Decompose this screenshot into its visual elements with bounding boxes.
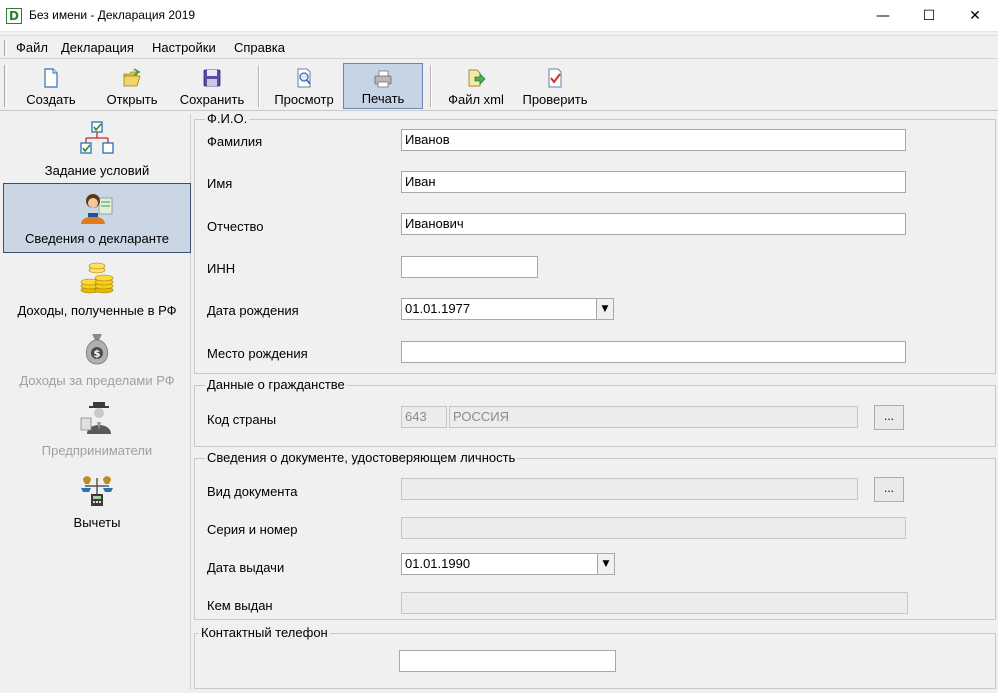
open-folder-icon [123,68,141,87]
floppy-disk-icon [203,69,221,87]
sidebar-item-label: Сведения о декларанте [25,231,169,246]
issued-by-field[interactable] [401,592,908,614]
menu-file[interactable]: Файл [16,40,48,55]
inn-field[interactable] [401,256,538,278]
check-button[interactable]: Проверить [516,63,594,109]
print-label: Печать [361,91,405,106]
country-name-field[interactable]: РОССИЯ [449,406,858,428]
save-button[interactable]: Сохранить [174,63,250,109]
name-field[interactable]: Иван [401,171,906,193]
sidebar-item-label: Вычеты [73,515,121,530]
menu-settings[interactable]: Настройки [152,40,216,55]
minimize-button[interactable]: — [860,0,906,32]
create-button[interactable]: Создать [14,63,88,109]
sidebar-item-deductions[interactable]: Вычеты [3,466,191,536]
app-icon: D [6,8,22,24]
new-document-icon [44,68,58,88]
menu-grip [4,40,7,56]
group-title: Ф.И.О. [205,111,250,127]
menu-bar: Файл Декларация Настройки Справка [0,35,998,59]
printer-icon [374,70,392,88]
fio-group: Ф.И.О. [194,111,996,374]
magnifier-document-icon [297,68,311,88]
sidebar-item-label: Доходы, полученные в РФ [17,303,177,318]
sidebar-item-income-abroad[interactable]: $ Доходы за пределами РФ [3,324,191,394]
series-number-field[interactable] [401,517,906,539]
sidebar-nav: Задание условий Сведения о декларанте До… [3,114,191,690]
create-label: Создать [26,92,76,107]
print-button[interactable]: Печать [343,63,423,109]
toolbar: Создать Открыть Сохранить Просмотр Печат… [0,61,998,111]
scales-calculator-icon [81,476,113,506]
file-xml-label: Файл xml [448,92,504,107]
series-number-label: Серия и номер [207,522,298,537]
sidebar-item-label: Задание условий [44,163,150,178]
issued-by-label: Кем выдан [207,598,273,613]
group-title: Сведения о документе, удостоверяющем лич… [205,450,518,466]
chevron-down-icon: ▼ [601,304,609,314]
money-bag-icon: $ [85,334,109,365]
sidebar-item-entrepreneurs[interactable]: Предприниматели [3,394,191,464]
birth-date-dropdown-button[interactable]: ▼ [596,298,614,320]
birth-place-label: Место рождения [207,346,308,361]
coins-stack-icon [80,262,114,294]
surname-label: Фамилия [207,134,263,149]
toolbar-grip [4,65,7,107]
group-title: Данные о гражданстве [205,377,347,393]
patronymic-field[interactable]: Иванович [401,213,906,235]
chevron-down-icon: ▼ [602,559,610,569]
xml-export-icon [468,69,486,87]
toolbar-separator [430,65,432,107]
preview-label: Просмотр [274,92,334,107]
sidebar-item-conditions[interactable]: Задание условий [3,114,191,184]
inn-label: ИНН [207,261,236,276]
checklist-document-icon [548,68,562,88]
menu-declaration[interactable]: Декларация [61,40,134,55]
sidebar-item-label: Доходы за пределами РФ [19,373,175,388]
doc-type-field[interactable] [401,478,858,500]
toolbar-separator [258,65,260,107]
maximize-button[interactable]: ☐ [906,0,952,32]
country-code-field[interactable]: 643 [401,406,447,428]
svg-text:$: $ [94,349,101,360]
birth-date-label: Дата рождения [207,303,299,318]
hierarchy-checkbox-icon [80,121,114,154]
name-label: Имя [207,176,233,191]
phone-field[interactable] [399,650,616,672]
issue-date-label: Дата выдачи [207,560,285,575]
issue-date-field[interactable]: 01.01.1990 [401,553,598,575]
file-xml-button[interactable]: Файл xml [440,63,512,109]
open-label: Открыть [106,92,158,107]
window-title: Без имени - Декларация 2019 [29,8,196,22]
businessman-icon [80,402,111,434]
open-button[interactable]: Открыть [96,63,168,109]
country-browse-button[interactable]: ... [874,405,904,430]
group-title: Контактный телефон [199,625,330,641]
birth-place-field[interactable] [401,341,906,363]
preview-button[interactable]: Просмотр [266,63,342,109]
sidebar-item-declarant[interactable]: Сведения о декларанте [3,183,191,253]
close-button[interactable]: ✕ [952,0,998,32]
save-label: Сохранить [179,92,245,107]
patronymic-label: Отчество [207,219,264,234]
menu-help[interactable]: Справка [234,40,285,55]
issue-date-dropdown-button[interactable]: ▼ [597,553,615,575]
country-code-label: Код страны [207,412,277,427]
person-document-icon [81,194,113,224]
check-label: Проверить [522,92,588,107]
sidebar-item-income-rf[interactable]: Доходы, полученные в РФ [3,254,191,324]
doc-type-label: Вид документа [207,484,298,499]
sidebar-item-label: Предприниматели [41,443,153,458]
birth-date-field[interactable]: 01.01.1977 [401,298,597,320]
title-bar: D Без имени - Декларация 2019 — ☐ ✕ [0,0,998,32]
surname-field[interactable]: Иванов [401,129,906,151]
doc-type-browse-button[interactable]: ... [874,477,904,502]
